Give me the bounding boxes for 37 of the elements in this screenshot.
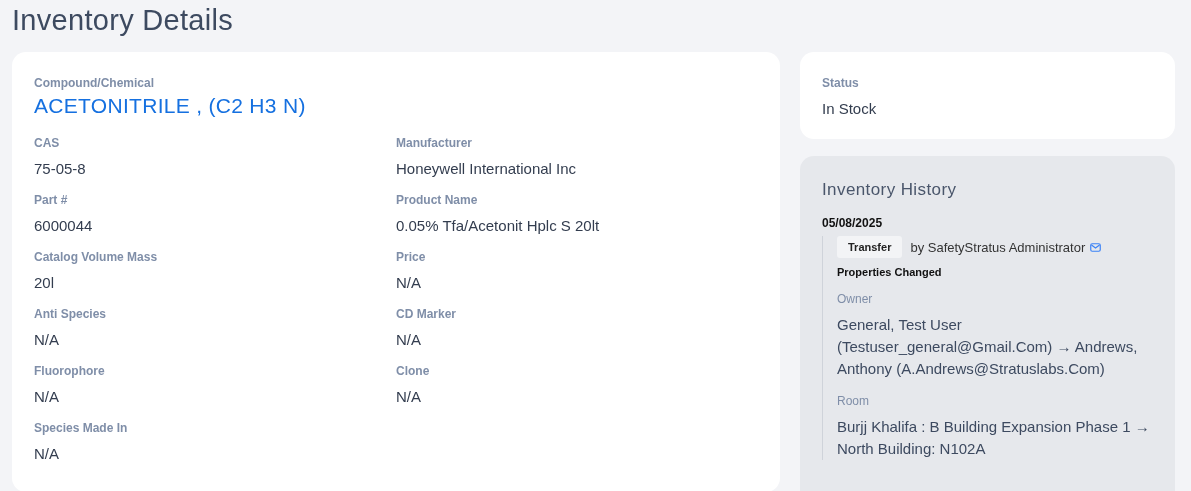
field-label: Manufacturer	[396, 136, 473, 150]
field-value: N/A	[396, 388, 422, 405]
field-value: 6000044	[34, 217, 94, 234]
field-value: N/A	[396, 274, 422, 291]
field-label: Fluorophore	[34, 364, 106, 378]
changes-heading: Properties Changed	[837, 266, 943, 278]
field-label: Species Made In	[34, 421, 129, 435]
change-label: Owner	[837, 292, 874, 306]
field-label: Price	[396, 250, 427, 264]
field-value: N/A	[34, 388, 60, 405]
field-label: Part #	[34, 193, 69, 207]
field-label: Product Name	[396, 193, 479, 207]
field-value: 20l	[34, 274, 56, 291]
field-value: N/A	[34, 331, 60, 348]
field-label: CD Marker	[396, 307, 458, 321]
field-label: Anti Species	[34, 307, 108, 321]
change-label: Room	[837, 394, 870, 408]
action-tag: Transfer	[837, 236, 903, 258]
field-label: Catalog Volume Mass	[34, 250, 159, 264]
change-value: General, Test User (Testuser_general@Gmail.Com) → Andrews, Anthony (A.Andrews@Stratuslabs.Com)	[837, 315, 1139, 379]
field-label: Status	[822, 76, 860, 90]
change-value: Burjj Khalifa : B Building Expansion Phase 1 → North Building: N102A	[837, 417, 1151, 459]
field-value: N/A	[34, 445, 60, 462]
author-text: by SafetyStratus Administrator	[910, 239, 1086, 255]
field-label: Compound/Chemical	[34, 76, 155, 90]
status-value: In Stock	[822, 100, 878, 117]
field-value: 75-05-8	[34, 160, 87, 177]
page-title: Inventory Details	[12, 3, 235, 38]
field-value: N/A	[396, 331, 422, 348]
history-title: Inventory History	[822, 180, 958, 200]
entry-date: 05/08/2025	[822, 216, 884, 230]
field-value: Honeywell International Inc	[396, 160, 578, 177]
field-label: CAS	[34, 136, 61, 150]
field-value: 0.05% Tfa/Acetonit Hplc S 20lt	[396, 217, 601, 234]
compound-name: ACETONITRILE , (C2 H3 N)	[34, 94, 307, 118]
mail-icon[interactable]	[1090, 242, 1102, 252]
field-label: Clone	[396, 364, 431, 378]
